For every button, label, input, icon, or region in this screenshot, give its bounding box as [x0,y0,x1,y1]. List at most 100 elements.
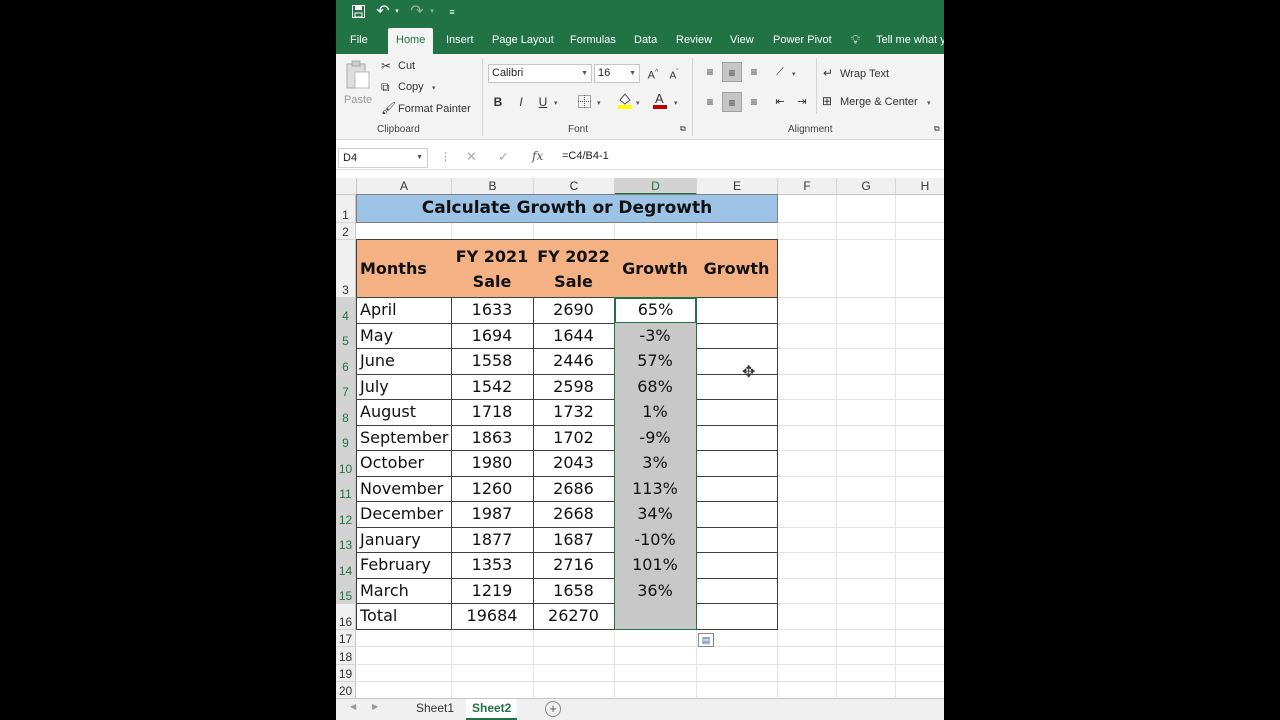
borders-icon[interactable] [574,92,594,112]
name-box[interactable]: D4 ▼ [338,148,428,168]
fy2022-cell[interactable]: 2043 [533,450,615,477]
tab-insert[interactable]: Insert [446,28,474,54]
dialog-launcher-icon[interactable]: ⧉ [680,124,686,134]
growth-cell[interactable]: -9% [614,425,697,451]
row-header[interactable]: 12 [336,502,356,528]
month-cell[interactable]: August [356,399,452,426]
tab-page-layout[interactable]: Page Layout [492,28,554,54]
font-size-select[interactable]: 16 ▼ [594,64,640,83]
growth-cell[interactable]: 101% [614,552,697,579]
align-right-icon[interactable]: ≡ [744,92,764,112]
month-cell[interactable]: September [356,425,452,451]
align-center-icon[interactable]: ≡ [722,92,742,112]
align-left-icon[interactable]: ≡ [700,92,720,112]
tab-power-pivot[interactable]: Power Pivot [773,28,832,54]
fy2021-cell[interactable]: 1558 [451,348,534,375]
total-fy2022-cell[interactable]: 26270 [533,603,615,630]
row-header[interactable]: 9 [336,426,356,451]
fy2021-cell[interactable]: 1987 [451,501,534,528]
increase-indent-icon[interactable]: ⇥ [792,92,812,112]
row-header[interactable]: 5 [336,324,356,349]
column-header-a[interactable]: A [357,178,452,195]
month-cell[interactable]: January [356,527,452,553]
growth2-cell[interactable] [696,425,778,451]
column-header-e[interactable]: E [697,178,778,195]
month-cell[interactable]: July [356,374,452,400]
fy2022-cell[interactable]: 2668 [533,501,615,528]
growth-cell[interactable]: 65% [614,297,697,324]
growth-cell[interactable]: 1% [614,399,697,426]
title-cell[interactable]: Calculate Growth or Degrowth [356,194,778,223]
row-header[interactable]: 7 [336,375,356,400]
underline-dropdown-icon[interactable]: ▾ [554,99,558,107]
month-cell[interactable]: February [356,552,452,579]
total-growth2-cell[interactable] [696,603,778,630]
growth2-cell[interactable] [696,348,778,375]
growth-cell[interactable]: 68% [614,374,697,400]
month-cell[interactable]: October [356,450,452,477]
row-header[interactable]: 3 [336,240,356,298]
fy2022-cell[interactable]: 1702 [533,425,615,451]
tab-review[interactable]: Review [676,28,712,54]
fy2022-cell[interactable]: 2598 [533,374,615,400]
fy2021-cell[interactable]: 1260 [451,476,534,502]
fy2021-cell[interactable]: 1980 [451,450,534,477]
font-color-dropdown-icon[interactable]: ▾ [674,99,678,107]
fill-color-dropdown-icon[interactable]: ▾ [636,99,640,107]
fy2022-cell[interactable]: 2690 [533,297,615,324]
column-header-g[interactable]: G [837,178,896,195]
row-header[interactable]: 6 [336,349,356,375]
fy2022-cell[interactable]: 2686 [533,476,615,502]
font-name-select[interactable]: Calibri ▼ [488,64,592,83]
row-header[interactable]: 2 [336,223,356,240]
row-header[interactable]: 8 [336,400,356,426]
total-growth-cell[interactable] [614,603,697,630]
redo-dropdown-icon[interactable]: ▾ [428,2,436,22]
scroll-left-icon[interactable]: ◀ [350,702,356,711]
total-fy2021-cell[interactable]: 19684 [451,603,534,630]
formula-input[interactable]: =C4/B4-1 [562,150,609,162]
row-header[interactable]: 4 [336,298,356,324]
align-bottom-icon[interactable]: ≡ [744,62,764,82]
increase-font-size-button[interactable]: A^ [643,63,663,83]
month-cell[interactable]: April [356,297,452,324]
tab-file[interactable]: File [350,28,368,54]
tab-data[interactable]: Data [634,28,657,54]
borders-dropdown-icon[interactable]: ▾ [597,99,601,107]
sheet-tab-sheet2[interactable]: Sheet2 [466,699,518,720]
italic-button[interactable]: I [511,92,531,112]
align-top-icon[interactable]: ≡ [700,62,720,82]
row-header[interactable]: 13 [336,528,356,553]
growth2-cell[interactable] [696,450,778,477]
column-header-c[interactable]: C [534,178,615,195]
tab-view[interactable]: View [730,28,754,54]
row-header[interactable]: 1 [336,195,356,223]
wrap-text-button[interactable]: Wrap Text [840,68,889,80]
growth2-cell[interactable] [696,323,778,349]
fy2022-cell[interactable]: 2446 [533,348,615,375]
row-header[interactable]: 11 [336,477,356,502]
growth-cell[interactable]: 34% [614,501,697,528]
column-header-d[interactable]: D [615,178,697,195]
decrease-font-size-button[interactable]: Aˇ [664,63,684,83]
underline-button[interactable]: U [533,92,553,112]
row-header[interactable]: 15 [336,579,356,604]
format-painter-button[interactable]: Format Painter [398,103,471,115]
growth2-cell[interactable] [696,527,778,553]
month-cell[interactable]: March [356,578,452,604]
growth-cell[interactable]: 113% [614,476,697,502]
fy2021-cell[interactable]: 1353 [451,552,534,579]
tab-formulas[interactable]: Formulas [570,28,616,54]
fy2021-cell[interactable]: 1877 [451,527,534,553]
header-growth[interactable]: Growth [696,239,778,298]
fy2022-cell[interactable]: 1658 [533,578,615,604]
row-header[interactable]: 20 [336,682,356,699]
undo-icon[interactable]: ↶ [374,2,392,22]
header-months[interactable]: Months [356,239,452,298]
customize-icon[interactable]: ≡ [446,2,458,22]
month-cell[interactable]: June [356,348,452,375]
decrease-indent-icon[interactable]: ⇤ [770,92,790,112]
growth2-cell[interactable] [696,399,778,426]
align-middle-icon[interactable]: ≡ [722,62,742,82]
total-label-cell[interactable]: Total [356,603,452,630]
